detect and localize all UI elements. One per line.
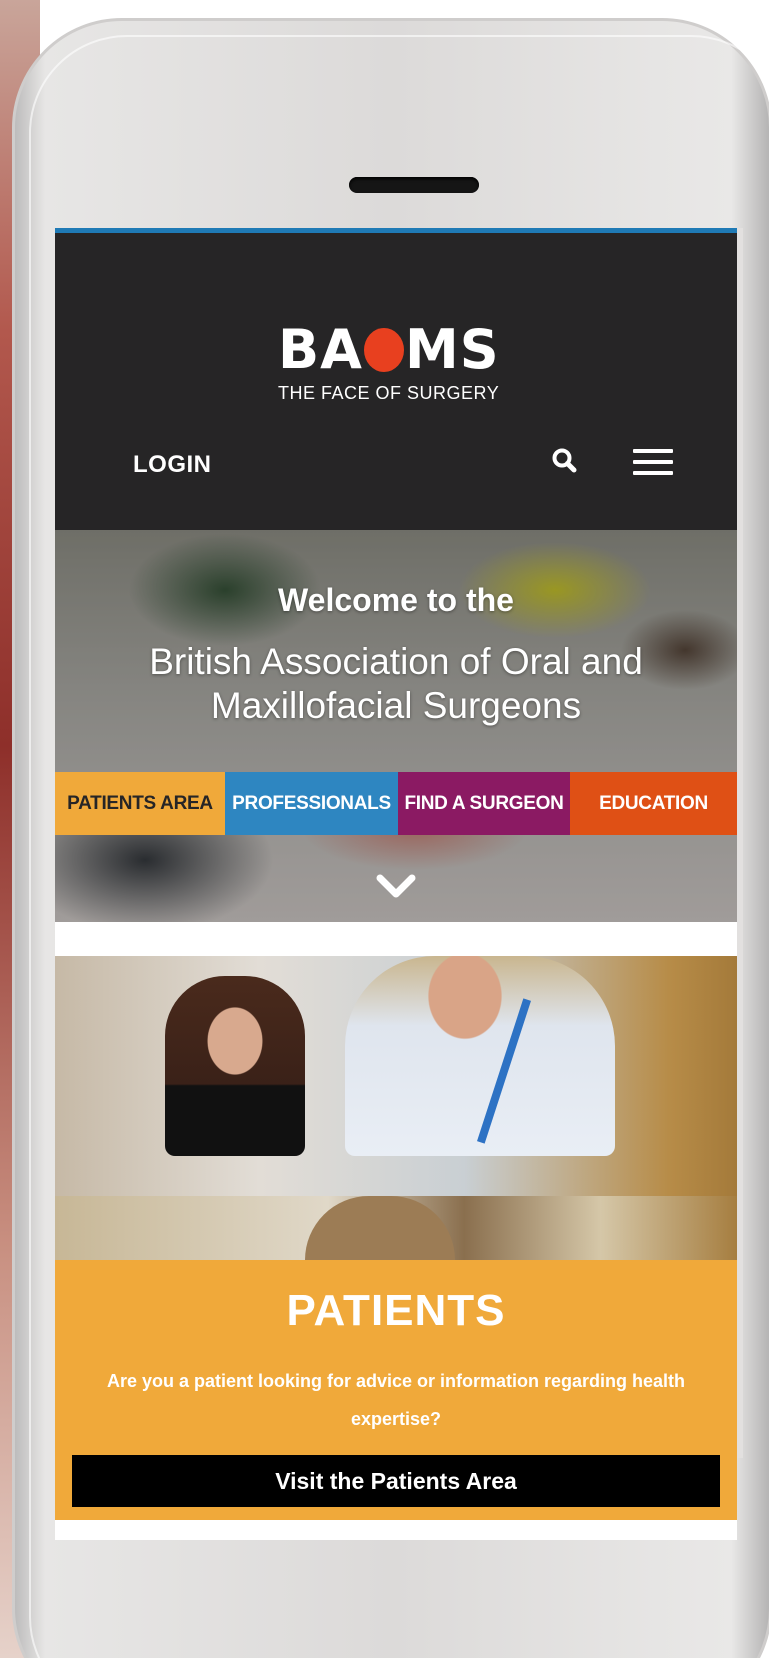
- logo-wordmark: BA MS: [278, 318, 500, 381]
- section-spacer: [55, 922, 737, 956]
- photo-doctor: [345, 956, 615, 1156]
- section-nav: PATIENTS AREA PROFESSIONALS FIND A SURGE…: [55, 772, 737, 835]
- tab-find-a-surgeon[interactable]: FIND A SURGEON: [398, 772, 570, 835]
- site-header: BA MS THE FACE OF SURGERY LOGIN: [55, 233, 737, 530]
- baoms-logo[interactable]: BA MS THE FACE OF SURGERY: [278, 323, 518, 404]
- tab-education[interactable]: EDUCATION: [570, 772, 737, 835]
- chevron-down-icon[interactable]: [375, 872, 417, 902]
- patients-photo-strip: [55, 1196, 737, 1260]
- face-profile-icon: [363, 328, 404, 372]
- hamburger-menu-icon[interactable]: [633, 449, 673, 479]
- section-spacer-bottom: [55, 1520, 737, 1540]
- patients-title: PATIENTS: [286, 1286, 506, 1335]
- phone-speaker: [349, 177, 479, 193]
- screen-edge: [737, 228, 743, 1458]
- photo-person-hair: [305, 1196, 455, 1260]
- hero-banner: Welcome to the British Association of Or…: [55, 530, 737, 922]
- phone-screen: BA MS THE FACE OF SURGERY LOGIN Welcome t…: [55, 228, 737, 1540]
- tab-professionals[interactable]: PROFESSIONALS: [225, 772, 398, 835]
- patients-card: PATIENTS Are you a patient looking for a…: [55, 1260, 737, 1520]
- photo-patient: [165, 976, 305, 1156]
- hero-welcome: Welcome to the: [278, 582, 514, 618]
- patients-photo: [55, 956, 737, 1196]
- login-link[interactable]: LOGIN: [133, 451, 212, 479]
- patients-description: Are you a patient looking for advice or …: [106, 1371, 686, 1429]
- tab-patients-area[interactable]: PATIENTS AREA: [55, 772, 225, 835]
- logo-tagline: THE FACE OF SURGERY: [278, 383, 500, 403]
- hero-title: British Association of Oral and Maxillof…: [149, 641, 643, 726]
- search-icon[interactable]: [550, 446, 580, 476]
- visit-patients-area-button[interactable]: Visit the Patients Area: [72, 1455, 720, 1507]
